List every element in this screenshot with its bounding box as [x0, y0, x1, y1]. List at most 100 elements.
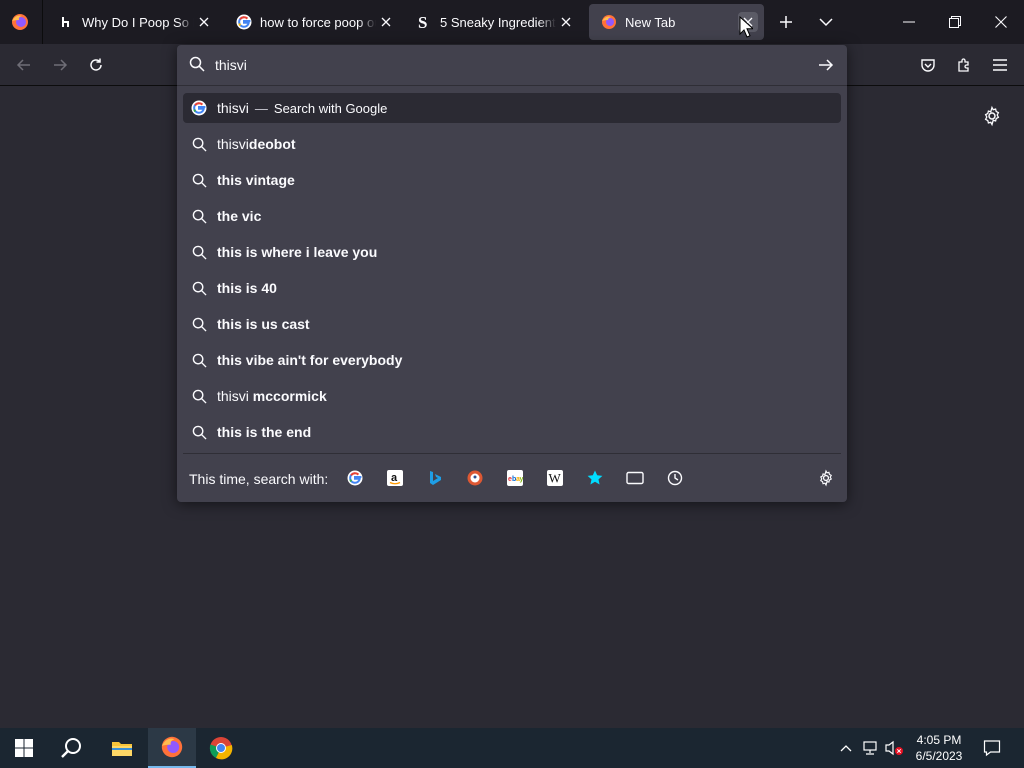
suggestion-typed-text: thisvi [217, 100, 249, 116]
suggestion-row[interactable]: this is 40 [183, 273, 841, 303]
svg-text:y: y [520, 476, 524, 483]
mouse-cursor-icon [739, 16, 753, 38]
divider [183, 453, 841, 454]
suggestion-row[interactable]: this is where i leave you [183, 237, 841, 267]
suggestion-row[interactable]: thisvi — Search with Google [183, 93, 841, 123]
suggestion-row[interactable]: the vic [183, 201, 841, 231]
tab-title: how to force poop out [260, 14, 376, 30]
windows-taskbar: 4:05 PM 6/5/2023 [0, 728, 1024, 768]
search-icon [191, 316, 207, 332]
google-icon [191, 100, 207, 116]
suggestion-row[interactable]: thisvi deobot [183, 129, 841, 159]
notifications-icon[interactable] [982, 738, 1002, 758]
urlbar-input[interactable] [215, 54, 795, 76]
close-tab-icon[interactable] [194, 12, 214, 32]
healthline-icon [58, 14, 74, 30]
suggestion-action-text: Search with Google [273, 100, 388, 116]
tab-title: New Tab [625, 14, 676, 30]
search-settings-gear-icon[interactable] [817, 469, 835, 487]
search-icon [191, 352, 207, 368]
history-icon[interactable] [665, 468, 685, 488]
suggestion-row[interactable]: this vintage [183, 165, 841, 195]
tab-separator [42, 0, 43, 44]
google-icon[interactable] [345, 468, 365, 488]
personalize-gear-icon[interactable] [981, 105, 1003, 127]
chevron-up-icon[interactable] [836, 738, 856, 758]
suggestion-completion-text: this is us cast [217, 316, 310, 332]
suggestion-row[interactable]: thisvi mccormick [183, 381, 841, 411]
search-icon [191, 244, 207, 260]
tab-2[interactable]: how to force poop out [224, 4, 402, 40]
divider [177, 85, 847, 86]
search-icon [191, 388, 207, 404]
search-icon [191, 208, 207, 224]
app-menu-icon[interactable] [988, 53, 1012, 77]
tab-title: 5 Sneaky Ingredients In [440, 14, 556, 30]
urlbar-input-row [177, 45, 847, 85]
svg-text:W: W [549, 471, 562, 486]
suggestion-completion-text: deobot [248, 136, 296, 152]
volume-muted-icon[interactable] [884, 738, 904, 758]
search-icon [191, 424, 207, 440]
bookmarks-icon[interactable] [585, 468, 605, 488]
suggestion-completion-text: this is where i leave you [217, 244, 378, 260]
s-site-icon: S [416, 14, 432, 30]
search-icon[interactable] [48, 728, 96, 768]
google-icon [236, 14, 252, 30]
new-tab-button[interactable] [774, 10, 798, 34]
tab-3[interactable]: S 5 Sneaky Ingredients In [404, 4, 582, 40]
bing-icon[interactable] [425, 468, 445, 488]
search-icon [191, 136, 207, 152]
duckduckgo-icon[interactable] [465, 468, 485, 488]
suggestion-typed-text: thisvi [217, 136, 249, 152]
svg-text:a: a [391, 472, 398, 484]
tabs-icon[interactable] [625, 468, 645, 488]
clock-time: 4:05 PM [916, 733, 962, 747]
suggestion-completion-text: this is 40 [217, 280, 277, 296]
one-off-search-label: This time, search with: [189, 471, 329, 487]
close-window-button[interactable] [978, 0, 1024, 44]
forward-button[interactable] [48, 53, 72, 77]
search-icon [191, 172, 207, 188]
clock-date: 6/5/2023 [915, 749, 963, 763]
firefox-icon [601, 14, 617, 30]
firefox-view-icon[interactable] [10, 12, 30, 32]
suggestion-row[interactable]: this is us cast [183, 309, 841, 339]
tab-title: Why Do I Poop So Much [82, 14, 194, 30]
close-tab-icon[interactable] [376, 12, 396, 32]
suggestion-completion-text: this vibe ain't for everybody [217, 352, 403, 368]
amazon-icon[interactable]: a [385, 468, 405, 488]
suggestion-typed-text: thisvi [217, 388, 249, 404]
tab-strip: Why Do I Poop So Much how to force poop … [0, 0, 1024, 44]
restore-button[interactable] [932, 0, 978, 44]
pocket-icon[interactable] [916, 53, 940, 77]
extensions-icon[interactable] [952, 53, 976, 77]
suggestion-row[interactable]: this vibe ain't for everybody [183, 345, 841, 375]
windows-start-icon[interactable] [0, 728, 48, 768]
firefox-taskbar-icon[interactable] [148, 728, 196, 768]
reload-button[interactable] [84, 53, 108, 77]
go-arrow-icon[interactable] [817, 56, 835, 74]
suggestion-completion-text: mccormick [248, 388, 327, 404]
network-icon[interactable] [860, 738, 880, 758]
tab-new-tab[interactable]: New Tab [589, 4, 764, 40]
back-button[interactable] [12, 53, 36, 77]
svg-text:S: S [418, 14, 427, 30]
file-explorer-icon[interactable] [98, 728, 146, 768]
urlbar-popup: thisvi—Search with Googlethisvideobotthi… [177, 45, 847, 502]
suggestion-row[interactable]: this is the end [183, 417, 841, 447]
suggestion-completion-text: this vintage [217, 172, 295, 188]
chrome-taskbar-icon[interactable] [197, 728, 245, 768]
minimize-button[interactable] [886, 0, 932, 44]
wikipedia-icon[interactable]: W [545, 468, 565, 488]
ebay-icon[interactable]: ebay [505, 468, 525, 488]
suggestion-completion-text: the vic [217, 208, 262, 224]
search-icon [189, 56, 205, 72]
list-all-tabs-button[interactable] [814, 10, 838, 34]
taskbar-clock[interactable]: 4:05 PM 6/5/2023 [906, 732, 972, 764]
close-tab-icon[interactable] [556, 12, 576, 32]
tab-1[interactable]: Why Do I Poop So Much [46, 4, 220, 40]
action-separator: — [254, 100, 268, 116]
search-icon [191, 280, 207, 296]
suggestion-completion-text: this is the end [217, 424, 312, 440]
